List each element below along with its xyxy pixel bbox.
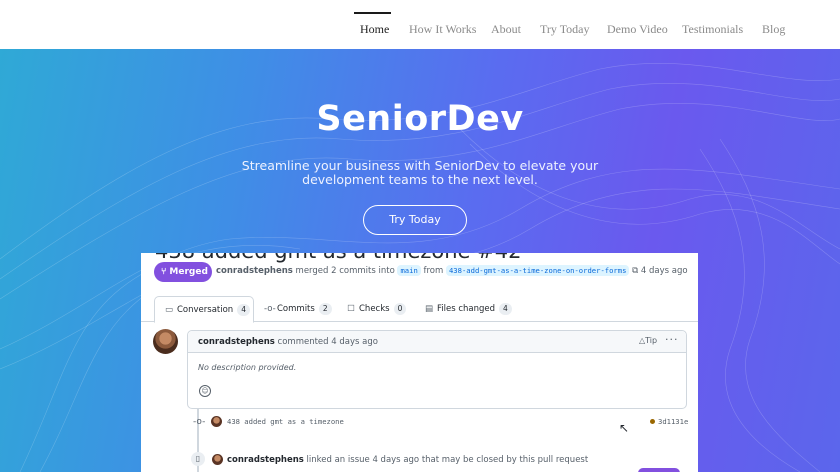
nav-about[interactable]: About [491,21,521,37]
active-nav-indicator [354,12,391,14]
merged-label-fragment [638,468,680,472]
nav-try-today[interactable]: Try Today [540,21,590,37]
tab-conversation[interactable]: ▭ Conversation 4 [154,296,254,323]
linked-issue-row: ▯ conradstephens linked an issue 4 days … [191,452,687,468]
bookmark-icon: ▯ [191,452,205,466]
nav-demo-video[interactable]: Demo Video [607,21,668,37]
hero-title: SeniorDev [316,99,524,139]
top-navigation: Home How It Works About Try Today Demo V… [0,0,840,49]
tip-button[interactable]: △Tip [639,336,657,345]
avatar[interactable] [153,329,178,354]
kebab-menu-icon[interactable]: ··· [665,333,679,346]
merged-status-badge: ⑂ Merged [154,262,212,282]
linked-author[interactable]: conradstephens [227,455,304,465]
base-branch[interactable]: main [397,265,421,276]
pull-request-screenshot: 438 added gmt as a timezone #42 ⑂Merged … [141,253,698,472]
comment-body: No description provided. [198,363,297,372]
head-branch[interactable]: 438-add-gmt-as-a-time-zone-on-order-form… [445,265,630,276]
nav-testimonials[interactable]: Testimonials [682,21,743,37]
git-commit-icon: -o- [264,304,276,314]
commit-row: -o- 438 added gmt as a timezone 3d1131e [191,414,688,430]
comment-author[interactable]: conradstephens [198,337,275,347]
tab-checks[interactable]: ☐ Checks 0 [346,296,407,323]
nav-blog[interactable]: Blog [762,21,785,37]
avatar[interactable] [211,416,222,427]
checklist-icon: ☐ [347,304,355,314]
comment-header: conradstephens commented 4 days ago △Tip… [188,331,686,353]
merge-time: 4 days ago [640,266,688,276]
smiley-reaction-icon[interactable]: ☺ [199,385,211,397]
merge-summary: conradstephens merged 2 commits into mai… [216,265,688,276]
file-diff-icon: ▤ [424,304,434,314]
comment-discussion-icon: ▭ [164,305,174,315]
copy-icon[interactable]: ⧉ [632,266,638,276]
commit-sha[interactable]: 3d1131e [658,417,688,426]
check-status-icon[interactable] [650,419,655,424]
comment-box: conradstephens commented 4 days ago △Tip… [187,330,687,409]
git-commit-icon: -o- [193,417,206,427]
hero-subtitle: Streamline your business with SeniorDev … [241,158,599,187]
try-today-button[interactable]: Try Today [363,205,467,235]
commit-message[interactable]: 438 added gmt as a timezone [227,417,344,426]
pr-author-link[interactable]: conradstephens [216,266,293,276]
mouse-cursor-icon: ↖ [619,421,630,435]
tab-files-changed[interactable]: ▤ Files changed 4 [424,296,512,323]
pr-tabs: ▭ Conversation 4 -o-Commits 2 ☐ Checks 0 ▤ Fil… [141,295,698,323]
git-merge-icon: ⑂ [161,267,167,277]
avatar[interactable] [212,454,223,465]
tab-commits[interactable]: -o-Commits 2 [264,296,332,323]
pr-title: 438 added gmt as a timezone #42 [155,253,521,263]
nav-how-it-works[interactable]: How It Works [409,21,476,37]
nav-home[interactable]: Home [360,21,389,37]
